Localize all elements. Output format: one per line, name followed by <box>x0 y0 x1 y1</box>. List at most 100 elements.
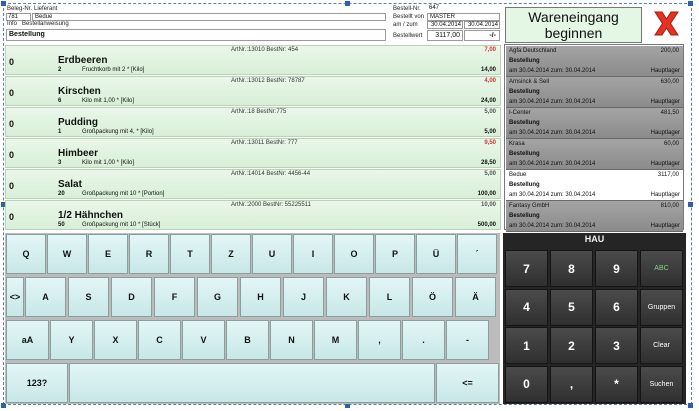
key-v[interactable]: V <box>182 320 225 360</box>
beleg-nr-value: 781 <box>8 14 19 20</box>
key-a[interactable]: A <box>25 277 66 317</box>
key-n[interactable]: N <box>270 320 313 360</box>
key-space[interactable] <box>69 363 435 403</box>
item-qty: 0 <box>9 119 15 129</box>
key-q[interactable]: Q <box>6 234 46 274</box>
key-hyphen[interactable]: - <box>446 320 489 360</box>
resize-handle[interactable] <box>1 1 6 6</box>
close-icon[interactable] <box>651 8 682 39</box>
key-e[interactable]: E <box>88 234 128 274</box>
resize-handle[interactable] <box>688 403 693 408</box>
supplier-order-list[interactable]: Agfa Deutschland 200,00 Bestellung am 30.04… <box>504 44 684 232</box>
numpad-key-comma[interactable]: , <box>550 365 593 403</box>
mode-field[interactable]: Bestellung <box>6 29 386 41</box>
item-name: Kirschen <box>58 86 101 97</box>
numpad-key-2[interactable]: 2 <box>550 327 593 364</box>
key-p[interactable]: P <box>375 234 415 274</box>
supplier-item[interactable]: Fantasy GmbH 810,00 Bestellung am 30.04.201… <box>506 201 683 232</box>
supplier-order-date: am 30.04.2014 zum: 30.04.2014 <box>509 68 596 74</box>
key-numbers-toggle[interactable]: 123? <box>6 363 68 403</box>
key-x[interactable]: X <box>94 320 137 360</box>
bestellt-von-value: MASTER <box>430 14 456 20</box>
item-price: 10,00 <box>480 202 496 208</box>
supplier-amount: 3117,00 <box>657 172 679 178</box>
supplier-order-type: Bestellung <box>509 58 540 64</box>
numpad-key-6[interactable]: 6 <box>595 288 638 326</box>
key-l[interactable]: L <box>369 277 410 317</box>
list-item[interactable]: 0 Salat 20 Großpackung mit 10 * [Portion] Ar… <box>5 169 501 199</box>
key-f[interactable]: F <box>154 277 195 317</box>
item-description: Kilo mit 1,00 * [Kilo] <box>82 160 135 166</box>
key-r[interactable]: R <box>129 234 169 274</box>
item-total: 100,00 <box>477 191 496 197</box>
list-item[interactable]: 0 Pudding 1 Großpackung mit 4, * [Kilo] ArtN… <box>5 107 501 137</box>
key-m[interactable]: M <box>314 320 357 360</box>
key-angle-brackets[interactable]: <> <box>6 277 24 317</box>
numpad-key-5[interactable]: 5 <box>550 288 593 326</box>
supplier-item[interactable]: Agfa Deutschland 200,00 Bestellung am 30.04… <box>506 46 683 77</box>
supplier-item[interactable]: Amsinck & Sell 630,00 Bestellung am 30.04.2… <box>506 77 683 108</box>
key-g[interactable]: G <box>197 277 238 317</box>
supplier-item[interactable]: Krasa 60,00 Bestellung am 30.04.2014 zum: 3… <box>506 139 683 170</box>
start-receiving-button[interactable]: Wareneingang beginnen <box>505 7 642 43</box>
supplier-order-date: am 30.04.2014 zum: 30.04.2014 <box>509 223 596 229</box>
lieferant-label: Lieferant <box>34 6 58 12</box>
list-item[interactable]: 0 Kirschen 6 Kilo mit 1,00 * [Kilo] ArtNr.:1… <box>5 76 501 106</box>
numpad-key-7[interactable]: 7 <box>505 250 548 287</box>
supplier-item[interactable]: I-Center 481,50 Bestellung am 30.04.2014 zu… <box>506 108 683 139</box>
abc-button[interactable]: ABC <box>640 250 683 287</box>
order-items-list[interactable]: 0 Erdbeeren 2 Fruchtkorb mit 2 * [Kilo] ArtN… <box>5 45 501 230</box>
numpad-key-4[interactable]: 4 <box>505 288 548 326</box>
key-backspace[interactable]: <= <box>436 363 499 403</box>
key-ü[interactable]: Ü <box>416 234 456 274</box>
numpad-key-9[interactable]: 9 <box>595 250 638 287</box>
key-w[interactable]: W <box>47 234 87 274</box>
key-h[interactable]: H <box>240 277 281 317</box>
beleg-nr-field[interactable]: 781 <box>6 13 31 21</box>
key-i[interactable]: I <box>293 234 333 274</box>
bestellwert-field: 3117,00 <box>427 30 463 41</box>
item-count: 3 <box>58 160 62 166</box>
key-y[interactable]: Y <box>50 320 93 360</box>
key-j[interactable]: J <box>283 277 324 317</box>
item-description: Fruchtkorb mit 2 * [Kilo] <box>82 67 145 73</box>
key-symbol[interactable]: ´ <box>457 234 497 274</box>
key-o[interactable]: O <box>334 234 374 274</box>
resize-handle[interactable] <box>688 1 693 6</box>
resize-handle[interactable] <box>345 1 350 6</box>
key-ä[interactable]: Ä <box>455 277 496 317</box>
key-c[interactable]: C <box>138 320 181 360</box>
list-item[interactable]: 0 Himbeer 3 Kilo mit 1,00 * [Kilo] ArtNr.:13… <box>5 138 501 168</box>
bestellt-von-label: Bestellt von <box>393 14 425 20</box>
key-d[interactable]: D <box>111 277 152 317</box>
item-total: 28,50 <box>480 160 496 166</box>
info-label: Info <box>7 21 18 27</box>
key-t[interactable]: T <box>170 234 210 274</box>
list-item[interactable]: 0 1/2 Hähnchen 50 Großpackung mit 10 * [Stü… <box>5 200 501 230</box>
numpad-key-3[interactable]: 3 <box>595 327 638 364</box>
key-z[interactable]: Z <box>211 234 251 274</box>
numpad-key-multiply[interactable]: * <box>595 365 638 403</box>
key-period[interactable]: . <box>402 320 445 360</box>
key-s[interactable]: S <box>68 277 109 317</box>
key-ö[interactable]: Ö <box>412 277 453 317</box>
key-k[interactable]: K <box>326 277 367 317</box>
supplier-destination: Hauptlager <box>650 161 680 167</box>
numpad-key-8[interactable]: 8 <box>550 250 593 287</box>
supplier-item[interactable]: Bedue 3117,00 Bestellung am 30.04.2014 zum:… <box>506 170 683 201</box>
lieferant-field[interactable]: Bedue <box>32 13 386 21</box>
clear-button[interactable]: Clear <box>640 327 683 364</box>
numpad-key-1[interactable]: 1 <box>505 327 548 364</box>
key-shift[interactable]: aA <box>6 320 49 360</box>
bestell-nr-value: 647 <box>429 5 440 11</box>
list-item[interactable]: 0 Erdbeeren 2 Fruchtkorb mit 2 * [Kilo] ArtN… <box>5 45 501 75</box>
supplier-order-type: Bestellung <box>509 151 540 157</box>
key-b[interactable]: B <box>226 320 269 360</box>
groups-button[interactable]: Gruppen <box>640 288 683 326</box>
search-button[interactable]: Suchen <box>640 365 683 403</box>
numpad-key-0[interactable]: 0 <box>505 365 548 403</box>
key-comma[interactable]: , <box>358 320 401 360</box>
key-u[interactable]: U <box>252 234 292 274</box>
item-count: 6 <box>58 98 62 104</box>
resize-handle[interactable] <box>688 202 693 207</box>
